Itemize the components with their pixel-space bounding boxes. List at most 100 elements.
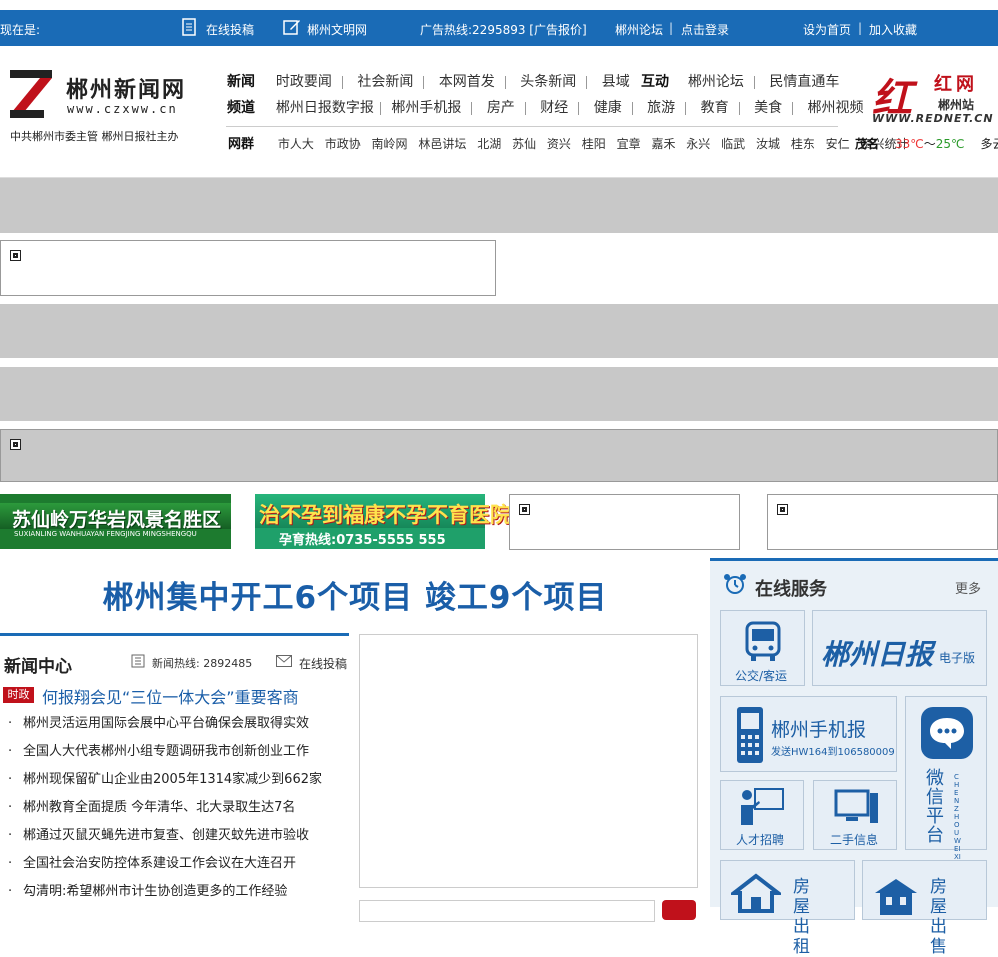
list-item[interactable]: 郴通过灭鼠灭蝇先进市复查、创建灭蚊先进市验收 (8, 828, 322, 856)
ad-banner[interactable] (0, 367, 998, 421)
nav-item[interactable]: 头条新闻 (520, 74, 576, 90)
list-item[interactable]: 郴州现保留矿山企业由2005年1314家减少到662家 (8, 772, 322, 800)
house-rent-tile[interactable]: 房屋出租 (720, 860, 855, 957)
rednet-name: 红网 (934, 74, 978, 95)
wechat-tile[interactable]: 微信平台 CHENZHOUWEIXIN (905, 696, 987, 869)
net-item[interactable]: 资兴 (547, 137, 571, 151)
list-item[interactable]: 郴州灵活运用国际会展中心平台确保会展取得实效 (8, 716, 322, 744)
mobile-news-sub: 发送HW164到106580009 (771, 747, 895, 758)
nav-item[interactable]: 健康 (594, 100, 622, 116)
set-home-link[interactable]: 设为首页 (803, 21, 851, 38)
net-item[interactable]: 苏仙 (512, 137, 536, 151)
forum-link[interactable]: 郴州论坛 (615, 21, 663, 38)
lead-news-link[interactable]: 何报翔会见“三位一体大会”重要客商 (42, 684, 299, 708)
bus-service-tile[interactable]: 公交/客运 (720, 610, 805, 686)
net-item[interactable]: 北湖 (477, 137, 501, 151)
nav-item[interactable]: 房产 (487, 100, 515, 116)
ad-banner[interactable] (0, 304, 998, 358)
daily-epaper-tile[interactable]: 郴州日报 电子版 (812, 610, 987, 686)
list-item[interactable]: 全国人大代表郴州小组专题调研我市创新创业工作 (8, 744, 322, 772)
nav-item[interactable]: 美食 (754, 100, 782, 116)
net-item[interactable]: 市政协 (325, 137, 361, 151)
alarm-clock-icon (724, 574, 746, 594)
nav-item[interactable]: 民情直通车 (769, 74, 839, 90)
net-item[interactable]: 汝城 (756, 137, 780, 151)
login-link[interactable]: 点击登录 (681, 21, 729, 38)
separator: | (669, 21, 674, 35)
net-item[interactable]: 市人大 (278, 137, 314, 151)
net-item[interactable]: 嘉禾 (651, 137, 675, 151)
nav-item[interactable]: 财经 (540, 100, 568, 116)
site-logo-icon[interactable] (10, 70, 52, 118)
house-icon (731, 873, 781, 913)
ad-banner[interactable] (0, 177, 998, 233)
net-item[interactable]: 临武 (721, 137, 745, 151)
rednet-logo[interactable]: 红 红网 郴州站 WWW.REDNET.CN (872, 66, 993, 125)
flash-ad-placeholder[interactable] (509, 494, 740, 550)
interact-nav: 互动 郴州论坛 民情直通车 (641, 71, 839, 91)
net-item[interactable]: 桂东 (791, 137, 815, 151)
net-item[interactable]: 林邑讲坛 (418, 137, 466, 151)
list-item[interactable]: 郴州教育全面提质 今年清华、北大录取生达7名 (8, 800, 322, 828)
nav-item[interactable]: 郴州手机报 (391, 100, 461, 116)
section-divider (0, 633, 349, 636)
site-title[interactable]: 郴州新闻网 (66, 72, 186, 104)
secondhand-label: 二手信息 (830, 833, 879, 847)
wechat-label: 微信平台 (926, 768, 944, 846)
flash-ad-placeholder[interactable] (767, 494, 998, 550)
flash-ad-placeholder[interactable] (0, 429, 998, 482)
scenic-area-ad[interactable]: 苏仙岭万华岩风景名胜区 SUXIANLING WANHUAYAN FENGJIN… (0, 494, 231, 549)
rednet-station: 郴州站 (938, 98, 975, 112)
online-submit-link[interactable]: 在线投稿 (299, 655, 347, 672)
jobs-tile[interactable]: 人才招聘 (720, 780, 804, 850)
list-item[interactable]: 全国社会治安防控体系建设工作会议在大连召开 (8, 856, 322, 884)
top-bar: 现在是: 在线投稿 郴州文明网 广告热线:2295893 [广告报价] 郴州论坛… (0, 10, 998, 46)
net-item[interactable]: 南岭网 (372, 137, 408, 151)
channel-nav-label: 频道 (227, 100, 255, 116)
news-center-title: 新闻中心 (4, 657, 72, 677)
flash-ad-placeholder[interactable] (0, 240, 496, 296)
civilization-link[interactable]: 郴州文明网 (307, 21, 367, 38)
nav-item[interactable]: 时政要闻 (276, 74, 332, 90)
nav-item[interactable]: 旅游 (647, 100, 675, 116)
ad-subtext: SUXIANLING WANHUAYAN FENGJING MINGSHENGQ… (14, 530, 197, 538)
plugin-icon (519, 504, 530, 515)
secondhand-tile[interactable]: 二手信息 (813, 780, 897, 850)
nav-item[interactable]: 郴州视频 (808, 100, 864, 116)
house-rent-label: 房屋出租 (793, 877, 810, 957)
list-item[interactable]: 勾清明:希望郴州市计生协创造更多的工作经验 (8, 884, 322, 912)
net-item[interactable]: 安仁 (826, 137, 850, 151)
document-icon (182, 18, 196, 36)
headline-link[interactable]: 郴州集中开工6个项目 竣工9个项目 (0, 572, 710, 617)
add-favorite-link[interactable]: 加入收藏 (869, 21, 917, 38)
net-item[interactable]: 宜章 (617, 137, 641, 151)
nav-item[interactable]: 教育 (701, 100, 729, 116)
channel-nav: 频道 郴州日报数字报 郴州手机报 房产 财经 健康 旅游 教育 美食 郴州视频 (227, 97, 864, 117)
weather-city: 茂名 (855, 137, 880, 151)
plugin-icon (10, 439, 21, 450)
house-sale-tile[interactable]: 房屋出售 (862, 860, 987, 957)
nav-item[interactable]: 县域 (602, 74, 630, 90)
net-item[interactable]: 桂阳 (582, 137, 606, 151)
nav-item[interactable]: 郴州论坛 (688, 74, 744, 90)
mobile-news-tile[interactable]: 郴州手机报 发送HW164到106580009 (720, 696, 897, 772)
online-submit-link[interactable]: 在线投稿 (206, 21, 254, 38)
net-group-nav: 网群 市人大 市政协 南岭网 林邑讲坛 北湖 苏仙 资兴 桂阳 宜章 嘉禾 永兴… (228, 133, 916, 152)
ad-text: 苏仙岭万华岩风景名胜区 (12, 509, 222, 531)
net-item[interactable]: 永兴 (686, 137, 710, 151)
video-button[interactable] (662, 900, 696, 920)
more-link[interactable]: 更多 (955, 578, 981, 597)
nav-item[interactable]: 社会新闻 (357, 74, 413, 90)
weather-widget: 茂名 33℃～25℃ 多云 (855, 135, 998, 152)
section-divider (710, 558, 998, 561)
photo-slideshow[interactable] (359, 634, 698, 888)
hospital-ad[interactable]: 治不孕到福康不孕不育医院 孕育热线:0735-5555 555 (255, 494, 511, 549)
site-url: www.czxww.cn (67, 102, 178, 116)
mobile-phone-icon (737, 707, 763, 763)
media-caption-box[interactable] (359, 900, 655, 922)
wechat-pinyin: CHENZHOUWEIXIN (954, 773, 961, 869)
nav-item[interactable]: 郴州日报数字报 (276, 100, 374, 116)
ad-hotline-link[interactable]: 广告热线:2295893 [广告报价] (420, 21, 587, 38)
nav-item[interactable]: 本网首发 (439, 74, 495, 90)
news-nav: 新闻 时政要闻 社会新闻 本网首发 头条新闻 县域 (227, 71, 630, 91)
